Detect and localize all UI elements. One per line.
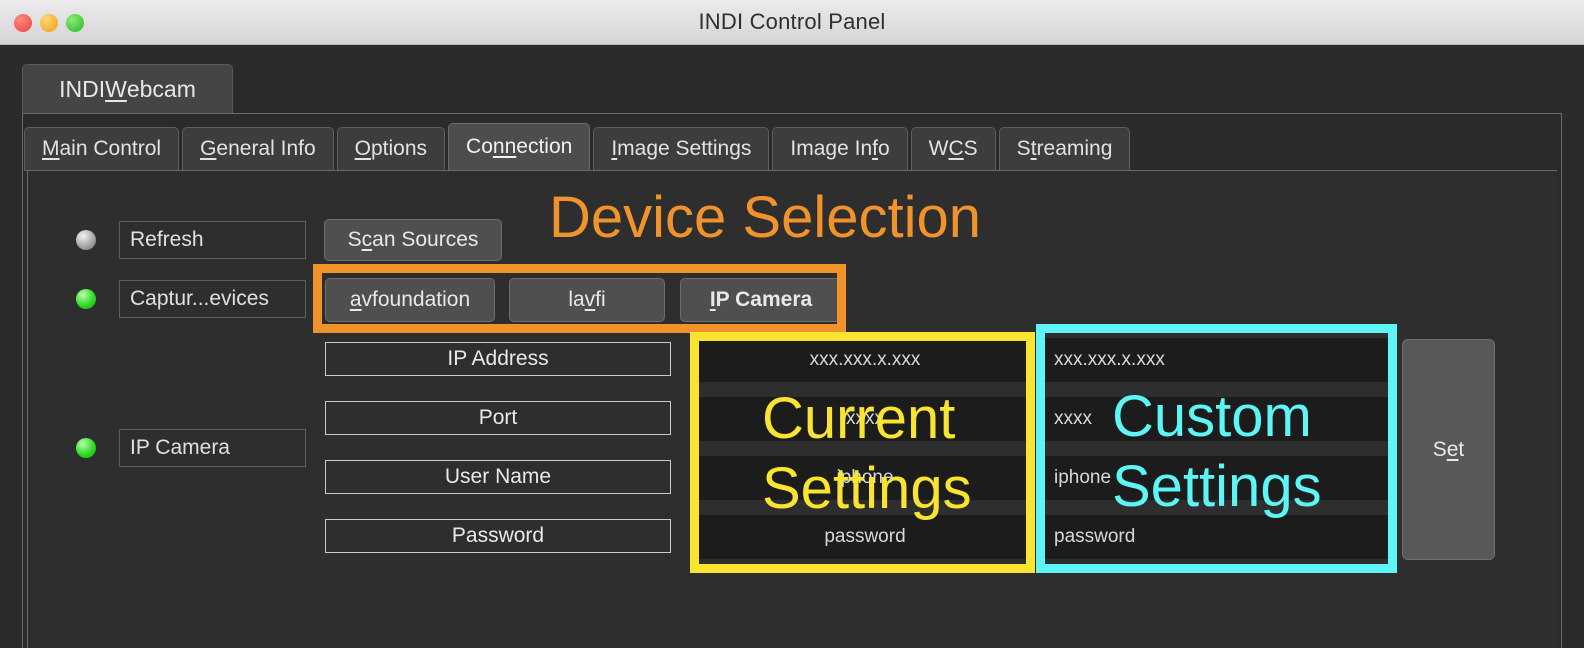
device-option-ip-camera[interactable]: IP Camera [680,278,842,322]
device-tab-row: INDI Webcam [22,64,1562,114]
minimize-button[interactable] [40,13,58,32]
annotation-label-device-selection: Device Selection [549,185,981,250]
property-row-capture-devices: Captur...evices [76,280,306,318]
device-option-lavfi[interactable]: la v fi [509,278,665,322]
tab-main-control[interactable]: Main Control [24,127,180,171]
tab-wcs[interactable]: WCS [910,127,996,171]
device-tab-label-prefix: INDI [59,76,106,102]
set-button[interactable]: Set [1402,339,1495,560]
zoom-button[interactable] [66,13,84,32]
field-label-ip-address: IP Address [325,342,671,376]
field-label-user-name: User Name [325,460,671,494]
tab-image-info[interactable]: Image In f o [772,127,908,171]
custom-input-ip-address[interactable]: xxx.xxx.x.xxx [1044,338,1392,382]
indi-control-panel-window: INDI Control Panel INDI Webcam Main Cont… [0,0,1584,648]
tab-streaming[interactable]: St reaming [998,127,1131,171]
annotation-label-custom-settings-line1: Custom [1112,384,1312,449]
property-row-refresh: Refresh [76,221,306,259]
scan-sources-button[interactable]: Sc an Sources [324,219,502,261]
annotation-label-current-settings-line1: Current [762,386,956,451]
capture-devices-state-led [76,289,96,309]
device-tab-label-suffix: ebcam [126,76,196,102]
property-tab-strip: Main Control General Info Options Co nn ec… [24,123,1133,171]
device-option-avfoundation[interactable]: a vfoundation [325,278,495,322]
device-tab-indi-webcam[interactable]: INDI Webcam [22,64,233,114]
tab-general-info[interactable]: General Info [182,127,334,171]
ip-camera-label: IP Camera [119,429,306,467]
field-label-password: Password [325,519,671,553]
annotation-label-custom-settings-line2: Settings [1112,454,1322,519]
ip-camera-state-led [76,438,96,458]
device-tab-label-mnemonic: W [105,76,127,102]
annotation-label-current-settings-line2: Settings [762,456,972,521]
current-value-password: password [696,515,1034,559]
close-button[interactable] [14,13,32,32]
tab-options[interactable]: Options [336,127,446,171]
current-value-ip-address: xxx.xxx.x.xxx [696,338,1034,382]
window-title: INDI Control Panel [698,9,886,34]
refresh-state-led [76,230,96,250]
field-label-port: Port [325,401,671,435]
window-titlebar: INDI Control Panel [0,0,1584,45]
custom-input-password[interactable]: password [1044,515,1392,559]
tab-connection[interactable]: Co nn ection [448,123,591,171]
refresh-label: Refresh [119,221,306,259]
window-traffic-lights [14,0,84,45]
property-row-ip-camera: IP Camera [76,429,306,467]
capture-devices-label: Captur...evices [119,280,306,318]
tab-image-settings[interactable]: Image Settings [593,127,770,171]
